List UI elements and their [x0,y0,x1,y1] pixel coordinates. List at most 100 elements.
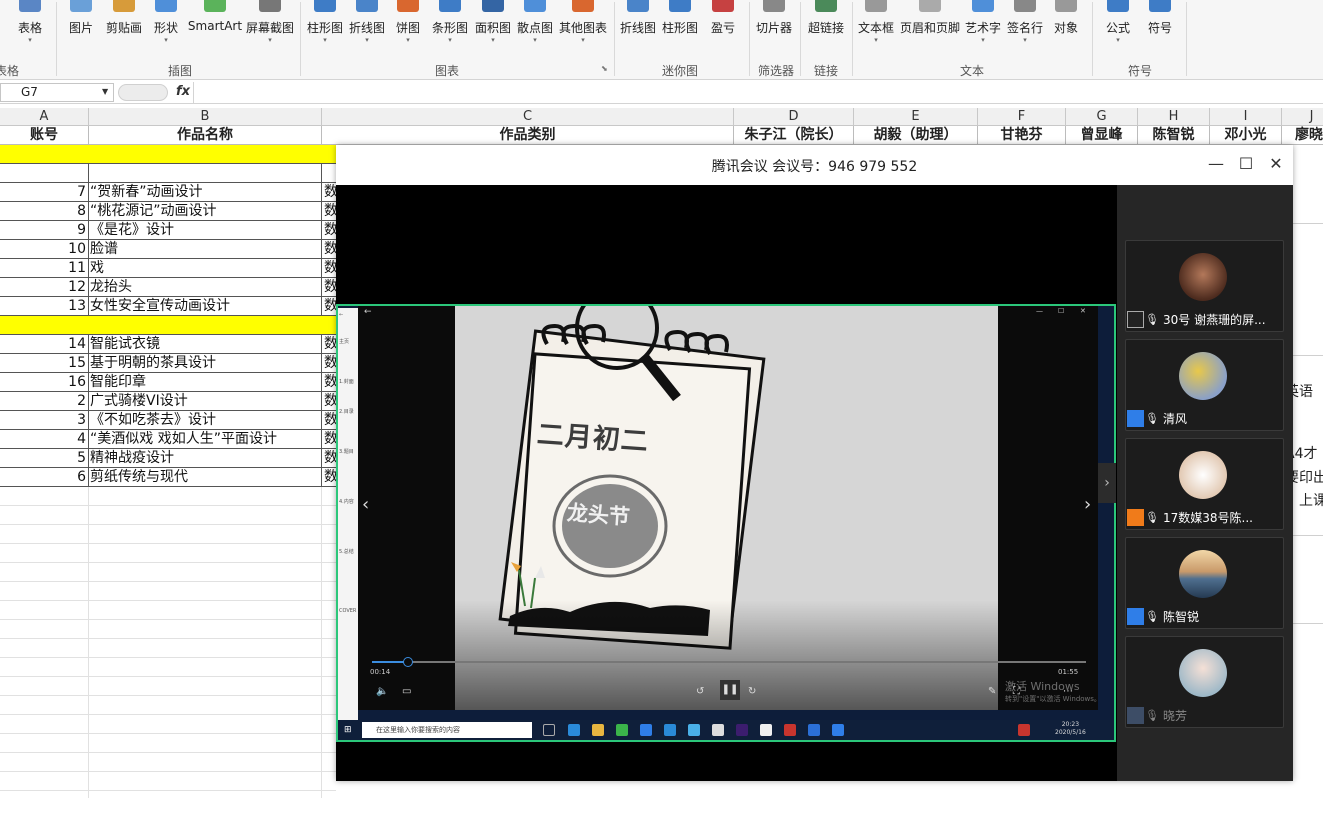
qq-icon[interactable] [688,724,700,736]
cell-account[interactable]: 7 [0,183,89,202]
cell-category[interactable]: 数 [322,259,336,278]
cell-title[interactable]: 脸谱 [89,240,322,259]
name-box[interactable]: G7 [0,83,114,102]
sparkline-winloss-button[interactable]: 盈亏 [703,0,743,62]
rewind-icon[interactable]: ↺ [696,686,704,697]
cell-category[interactable]: 数 [322,278,336,297]
file-explorer-icon[interactable] [592,724,604,736]
symbol-button[interactable]: 符号 [1140,0,1180,62]
windows-start-icon[interactable]: ⊞ [344,724,356,736]
column-header-j[interactable]: J [1282,108,1323,126]
cell-account[interactable]: 3 [0,411,89,430]
cell-account[interactable]: 9 [0,221,89,240]
cell-text[interactable]: 上课 [1299,490,1323,510]
participant-tile[interactable]: 🎙 17数媒38号陈... [1125,438,1284,530]
header-cell-judge-4[interactable]: 曾显峰 [1066,126,1138,145]
column-header-d[interactable]: D [734,108,854,126]
cell-title[interactable]: 女性安全宣传动画设计 [89,297,322,316]
column-header-f[interactable]: F [978,108,1066,126]
section-highlight-row[interactable] [0,316,336,335]
player-minimize-icon[interactable]: — [1036,307,1043,315]
edge-icon[interactable] [568,724,580,736]
textbox-button[interactable]: 文本框 ▾ [855,0,897,62]
previous-arrow-icon[interactable]: ‹ [362,494,369,515]
minimize-icon[interactable]: — [1206,154,1226,173]
cell-category[interactable]: 数 [322,240,336,259]
forward-icon[interactable]: ↻ [748,686,756,697]
tencent-meeting-icon[interactable] [640,724,652,736]
cell-title[interactable]: 智能试衣镜 [89,335,322,354]
header-cell-category[interactable]: 作品类别 [322,126,734,145]
cell-account[interactable]: 13 [0,297,89,316]
app-icon[interactable] [712,724,724,736]
progress-track[interactable] [372,657,1086,667]
cell-text[interactable]: 要印出 [1293,467,1323,487]
subtitle-icon[interactable]: ▭ [402,686,411,697]
column-header-g[interactable]: G [1066,108,1138,126]
video-icon[interactable] [664,724,676,736]
pause-icon[interactable]: ❚❚ [720,680,740,700]
participant-tile[interactable]: 🎙 陈智锐 [1125,537,1284,629]
player-maximize-icon[interactable]: ☐ [1058,307,1064,315]
header-cell-judge-1[interactable]: 朱子江（院长） [734,126,854,145]
section-highlight-row[interactable] [0,145,336,164]
column-header-a[interactable]: A [0,108,89,126]
wordart-button[interactable]: 艺术字 ▾ [963,0,1003,62]
insert-shapes-button[interactable]: 形状 ▾ [148,0,184,62]
header-cell-judge-5[interactable]: 陈智锐 [1138,126,1210,145]
cell-category[interactable]: 数 [322,183,336,202]
cell-title[interactable]: 戏 [89,259,322,278]
cell-category[interactable]: 数 [322,354,336,373]
next-arrow-icon[interactable]: › [1084,494,1091,515]
header-cell-judge-6[interactable]: 邓小光 [1210,126,1282,145]
equation-button[interactable]: 公式 ▾ [1098,0,1138,62]
cell-category[interactable]: 数 [322,202,336,221]
cell-account[interactable]: 4 [0,430,89,449]
close-icon[interactable]: ✕ [1266,154,1286,173]
player-app-icon[interactable] [784,724,796,736]
other-charts-button[interactable]: 其他图表 ▾ [557,0,609,62]
progress-knob[interactable] [402,657,413,667]
header-cell-account[interactable]: 账号 [0,126,89,145]
cell-category[interactable]: 数 [322,221,336,240]
taskbar-search-box[interactable]: 在这里输入你要搜索的内容 [362,722,532,738]
cell-account[interactable]: 2 [0,392,89,411]
formula-input[interactable] [193,82,1323,103]
taskbar-clock[interactable]: 20:23 2020/5/16 [1055,721,1086,737]
header-cell-judge-3[interactable]: 甘艳芬 [978,126,1066,145]
object-button[interactable]: 对象 [1048,0,1084,62]
cell-title[interactable]: 《不如吃茶去》设计 [89,411,322,430]
cell-title[interactable]: “桃花源记”动画设计 [89,202,322,221]
header-cell-title[interactable]: 作品名称 [89,126,322,145]
column-header-b[interactable]: B [89,108,322,126]
insert-function-icon[interactable]: fx [176,84,190,99]
cell-title[interactable]: 智能印章 [89,373,322,392]
cell-category[interactable]: 数 [322,335,336,354]
column-header-c[interactable]: C [322,108,734,126]
media-icon[interactable] [616,724,628,736]
word-icon[interactable] [808,724,820,736]
pie-chart-button[interactable]: 饼图 ▾ [390,0,426,62]
cell-category[interactable]: 数 [322,297,336,316]
cell-category[interactable]: 数 [322,411,336,430]
cell-title[interactable]: 剪纸传统与现代 [89,468,322,487]
chevron-down-icon[interactable]: ▼ [102,87,108,96]
cell-account[interactable]: 8 [0,202,89,221]
back-arrow-icon[interactable]: ← [364,307,372,317]
video-player[interactable]: 二月初二 龙头节 ← — ☐ ✕ ‹ › 00:14 01:55 🔈 ▭ ↺ ❚… [358,306,1101,710]
header-footer-button[interactable]: 页眉和页脚 [898,0,962,62]
column-header-h[interactable]: H [1138,108,1210,126]
participant-tile[interactable]: 🎙 清风 [1125,339,1284,431]
maximize-icon[interactable]: ☐ [1236,154,1256,173]
tray-icon[interactable] [1018,724,1030,736]
document-icon[interactable] [760,724,772,736]
after-effects-icon[interactable] [736,724,748,736]
cell-account[interactable]: 6 [0,468,89,487]
scatter-chart-button[interactable]: 散点图 ▾ [515,0,555,62]
line-chart-button[interactable]: 折线图 ▾ [347,0,387,62]
cell-account[interactable]: 10 [0,240,89,259]
header-cell-judge-2[interactable]: 胡毅（助理） [854,126,978,145]
meeting-titlebar[interactable]: 腾讯会议 会议号：946 979 552 — ☐ ✕ [336,145,1293,185]
cell-account[interactable]: 12 [0,278,89,297]
cell-account[interactable]: 15 [0,354,89,373]
